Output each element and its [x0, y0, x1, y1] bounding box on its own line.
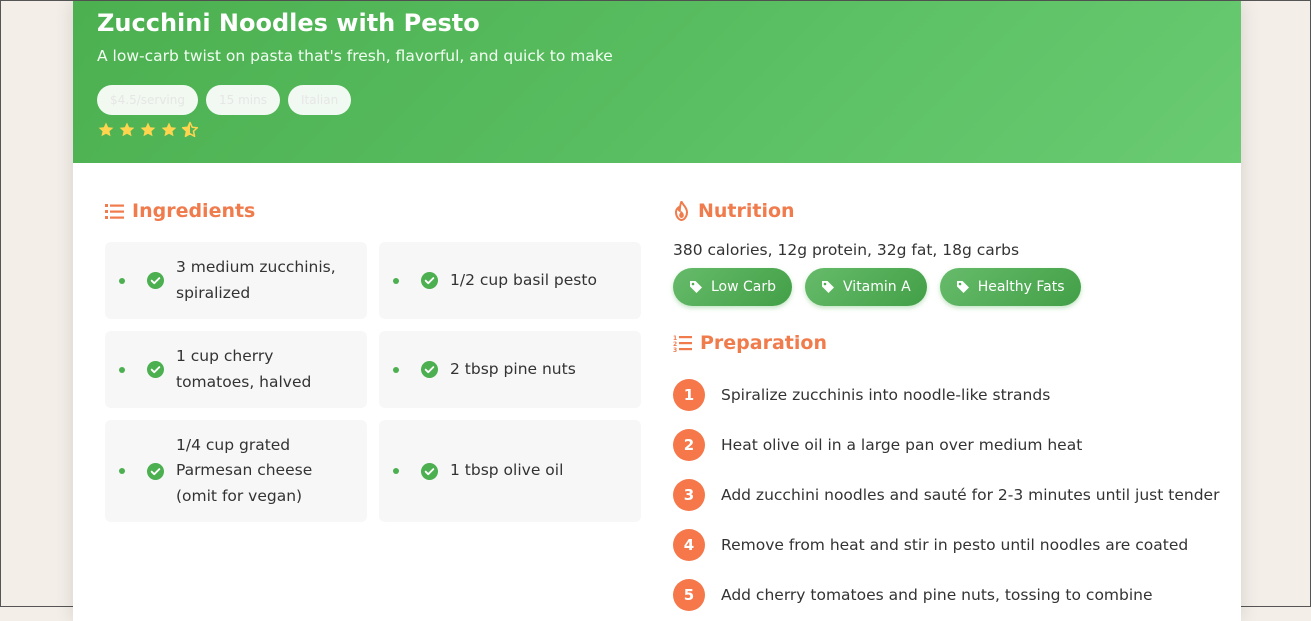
half-star-icon [181, 121, 199, 139]
ingredient-text: 1/4 cup grated Parmesan cheese (omit for… [176, 435, 313, 505]
tag-icon [821, 280, 835, 294]
rating-stars [97, 121, 199, 139]
ingredients-heading-label: Ingredients [132, 200, 256, 222]
check-circle-icon [421, 361, 438, 378]
check-circle-icon [421, 462, 438, 480]
ingredient-text: 1 tbsp olive oil [450, 461, 564, 480]
ingredient-text: 3 medium zucchinis, spiralized [176, 258, 336, 302]
preparation-step: 4 Remove from heat and stir in pesto unt… [673, 520, 1213, 570]
ingredients-list: 3 medium zucchinis, spiralized 1/2 cup b… [105, 242, 641, 522]
bullet-dot [393, 468, 399, 474]
ingredient-text: 1 cup cherry tomatoes, halved [176, 347, 312, 391]
bullet-dot [119, 277, 125, 284]
recipe-card: Zucchini Noodles with Pesto A low-carb t… [73, 1, 1241, 621]
ingredients-heading: Ingredients [105, 196, 641, 226]
ingredient-text: 1/2 cup basil pesto [450, 270, 597, 289]
step-text: Spiralize zucchinis into noodle-like str… [721, 386, 1051, 404]
ingredient-text: 2 tbsp pine nuts [450, 359, 576, 378]
step-number: 3 [673, 479, 705, 511]
ingredient-item: 1/2 cup basil pesto [379, 242, 641, 319]
step-text: Heat olive oil in a large pan over mediu… [721, 436, 1083, 454]
nutrition-heading: Nutrition [673, 196, 1213, 226]
step-number: 4 [673, 529, 705, 561]
check-circle-icon [421, 272, 438, 289]
step-text: Add cherry tomatoes and pine nuts, tossi… [721, 586, 1153, 604]
badge-label: Healthy Fats [977, 279, 1065, 295]
badge-label: Low Carb [711, 279, 777, 295]
ingredient-item: 2 tbsp pine nuts [379, 331, 641, 408]
step-number: 5 [673, 579, 705, 611]
preparation-step: 5 Add cherry tomatoes and pine nuts, tos… [673, 570, 1213, 620]
step-number: 2 [673, 429, 705, 461]
check-circle-icon [147, 462, 164, 480]
ingredient-item: 1 cup cherry tomatoes, halved [105, 331, 367, 408]
nutrition-badge: Vitamin A [805, 268, 927, 306]
star-icon [97, 121, 115, 139]
ingredient-item: 3 medium zucchinis, spiralized [105, 242, 367, 319]
recipe-header: Zucchini Noodles with Pesto A low-carb t… [73, 1, 1241, 163]
badge-label: Vitamin A [843, 279, 911, 295]
bullet-dot [393, 366, 399, 373]
tag-icon [689, 280, 703, 294]
check-circle-icon [147, 361, 164, 378]
preparation-step: 2 Heat olive oil in a large pan over med… [673, 420, 1213, 470]
recipe-title: Zucchini Noodles with Pesto [97, 9, 480, 37]
nutrition-heading-label: Nutrition [698, 200, 795, 222]
ingredient-item: 1/4 cup grated Parmesan cheese (omit for… [105, 420, 367, 522]
preparation-heading: 123 Preparation [673, 328, 1213, 358]
check-circle-icon [147, 272, 164, 289]
ingredient-item: 1 tbsp olive oil [379, 420, 641, 522]
recipe-subtitle: A low-carb twist on pasta that's fresh, … [97, 47, 613, 65]
preparation-steps: 1 Spiralize zucchinis into noodle-like s… [673, 370, 1219, 620]
ingredients-section: Ingredients 3 medium zucchinis, spiraliz… [105, 196, 641, 522]
preparation-step: 1 Spiralize zucchinis into noodle-like s… [673, 370, 1213, 420]
nutrition-summary: 380 calories, 12g protein, 32g fat, 18g … [673, 241, 1020, 259]
nutrition-badge: Healthy Fats [939, 268, 1081, 306]
step-number: 1 [673, 379, 705, 411]
cuisine-tag: Italian [287, 85, 352, 115]
price-tag: $4.5/serving [97, 85, 198, 115]
star-icon [160, 121, 178, 139]
step-text: Add zucchini noodles and sauté for 2-3 m… [721, 486, 1220, 504]
star-icon [118, 121, 136, 139]
recipe-tags: $4.5/serving 15 mins Italian [97, 85, 352, 115]
nutrition-badges: Low Carb Vitamin A Healthy Fats [673, 268, 1213, 306]
step-text: Remove from heat and stir in pesto until… [721, 536, 1189, 554]
nutrition-preparation-column: Nutrition 380 calories, 12g protein, 32g… [673, 196, 1219, 620]
star-icon [139, 121, 157, 139]
bullet-dot [393, 277, 399, 284]
time-tag: 15 mins [206, 85, 280, 115]
nutrition-badge: Low Carb [673, 268, 793, 306]
fire-icon [673, 201, 690, 221]
preparation-step: 3 Add zucchini noodles and sauté for 2-3… [673, 470, 1219, 520]
svg-text:3: 3 [673, 347, 677, 352]
list-icon [105, 203, 124, 220]
ordered-list-icon: 123 [673, 334, 692, 352]
preparation-heading-label: Preparation [700, 332, 827, 354]
bullet-dot [119, 468, 125, 474]
bullet-dot [119, 366, 125, 373]
tag-icon [956, 280, 970, 294]
